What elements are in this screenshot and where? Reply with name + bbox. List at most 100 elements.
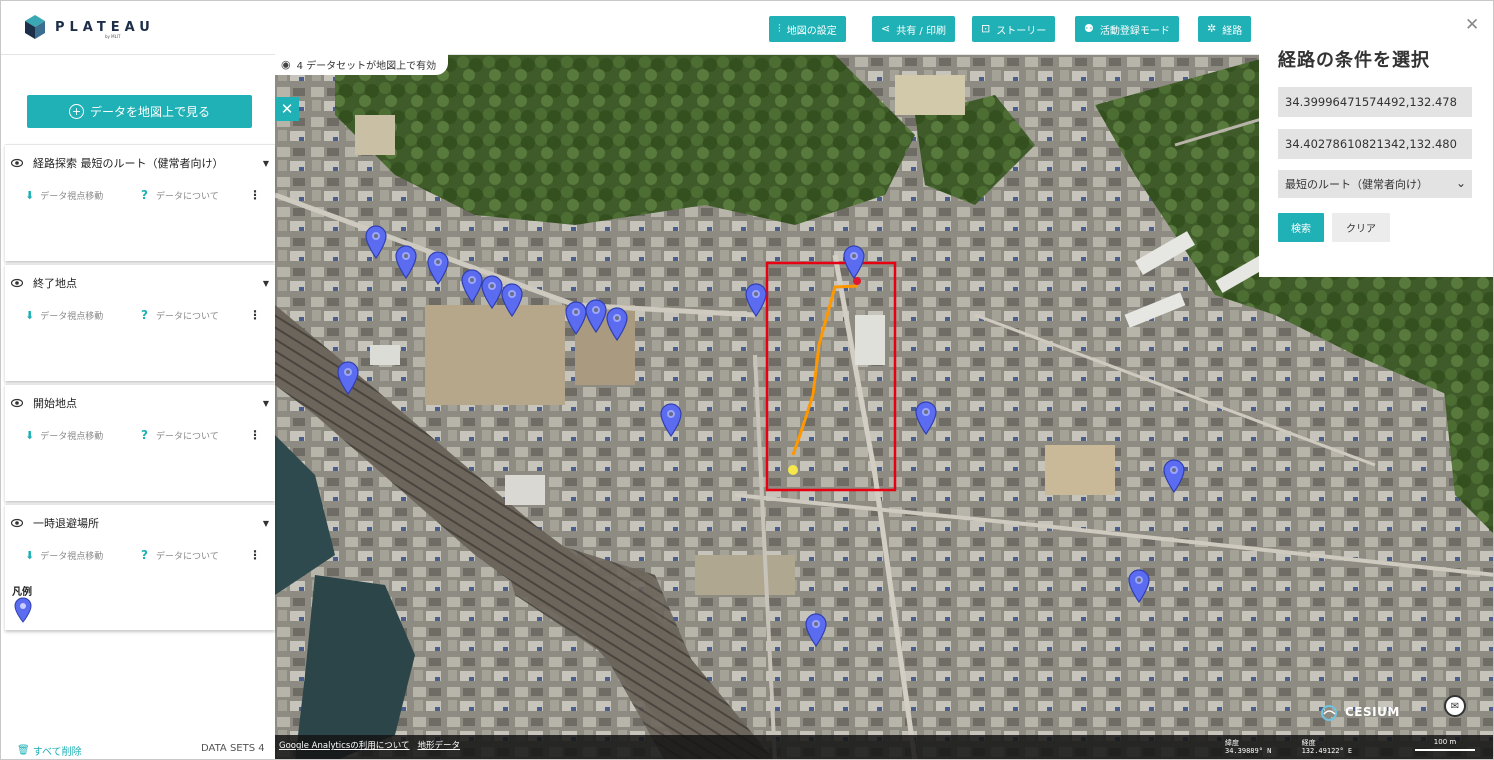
route-button[interactable]: ✲ 経路 — [1198, 16, 1252, 42]
cesium-logo-icon — [1321, 705, 1337, 721]
map-pin-marker[interactable] — [585, 299, 607, 333]
map-settings-button[interactable]: ⫶ 地図の設定 — [769, 16, 846, 42]
broadcast-icon: ◉ — [281, 57, 291, 71]
map-pin-marker[interactable] — [745, 283, 767, 317]
scale-label: 100 m — [1433, 738, 1457, 746]
story-button[interactable]: ⊡ ストーリー — [972, 16, 1056, 42]
delete-all-label: すべて削除 — [32, 747, 82, 758]
share-icon: ⋖ — [881, 22, 891, 35]
cesium-text: CESIUM — [1345, 705, 1400, 719]
users-icon: ⚉ — [1084, 22, 1094, 35]
latitude-value: 34.39889° N — [1225, 747, 1272, 755]
longitude-label: 経度 — [1301, 739, 1316, 747]
start-point-input[interactable]: 34.39996471574492,132.478 — [1278, 87, 1472, 117]
location-pin-icon: ⬇ — [25, 428, 35, 442]
data-about-link[interactable]: データについて — [156, 429, 219, 442]
map-pin-marker[interactable] — [395, 245, 417, 279]
eye-icon[interactable] — [11, 518, 23, 528]
end-point-input[interactable]: 34.40278610821342,132.480 — [1278, 129, 1472, 159]
more-menu-icon[interactable]: ⋮ — [249, 428, 261, 442]
map-pin-marker[interactable] — [337, 361, 359, 395]
data-move-link[interactable]: データ視点移動 — [40, 549, 103, 562]
map-pin-marker[interactable] — [843, 245, 865, 279]
question-icon: ? — [141, 428, 148, 442]
add-data-button[interactable]: + データを地図上で見る — [27, 95, 252, 128]
delete-all-button[interactable]: 🗑 すべて削除 — [17, 743, 82, 758]
datasets-count: DATA SETS 4 — [201, 743, 265, 754]
map-pin-marker[interactable] — [365, 225, 387, 259]
dataset-card: 経路探索 最短のルート（健常者向け） ▼ ⬇ データ視点移動 ? データについて … — [5, 144, 275, 261]
map-pin-marker[interactable] — [660, 403, 682, 437]
trash-icon: 🗑 — [17, 745, 30, 756]
dataset-title: 経路探索 最短のルート（健常者向け） — [33, 157, 224, 170]
chevron-down-icon: ⌄ — [1455, 176, 1466, 190]
clear-button[interactable]: クリア — [1332, 213, 1390, 242]
feedback-icon[interactable]: ✉ — [1444, 695, 1466, 717]
legend-title: 凡例 — [12, 587, 32, 598]
logo-text: PLATEAU — [55, 19, 155, 35]
map-settings-label: 地図の設定 — [786, 25, 837, 37]
close-icon[interactable]: ✕ — [1465, 15, 1479, 35]
location-pin-icon: ⬇ — [25, 308, 35, 322]
map-pin-marker[interactable] — [805, 613, 827, 647]
location-pin-icon: ⬇ — [25, 188, 35, 202]
dataset-card: 終了地点 ▼ ⬇ データ視点移動 ? データについて ⋮ — [5, 264, 275, 381]
map-footer: Google Analyticsの利用について 地形データ 緯度 34.39889… — [275, 735, 1493, 759]
map-pin-marker[interactable] — [427, 251, 449, 285]
search-button[interactable]: 検索 — [1278, 213, 1324, 242]
latitude-label: 緯度 — [1225, 739, 1239, 747]
data-about-link[interactable]: データについて — [156, 309, 219, 322]
route-condition-panel: ✕ 経路の条件を選択 34.39996471574492,132.478 34.… — [1259, 13, 1493, 277]
cesium-attribution[interactable]: CESIUM — [1321, 705, 1400, 721]
map-pin-marker[interactable] — [1128, 569, 1150, 603]
map-pin-marker[interactable] — [915, 401, 937, 435]
data-move-link[interactable]: データ視点移動 — [40, 309, 103, 322]
more-menu-icon[interactable]: ⋮ — [249, 188, 261, 202]
dataset-title: 一時退避場所 — [33, 517, 99, 530]
share-print-label: 共有 / 印刷 — [896, 25, 946, 37]
active-datasets-indicator: ◉ 4 データセットが地図上で有効 — [275, 53, 449, 75]
plateau-logo[interactable]: PLATEAU by MLIT — [25, 15, 155, 39]
story-icon: ⊡ — [981, 22, 991, 35]
eye-icon[interactable] — [11, 158, 23, 168]
route-type-select[interactable]: 最短のルート（健常者向け） ⌄ — [1278, 170, 1472, 198]
dataset-title: 終了地点 — [33, 277, 77, 290]
data-about-link[interactable]: データについて — [156, 189, 219, 202]
question-icon: ? — [141, 188, 148, 202]
data-move-link[interactable]: データ視点移動 — [40, 429, 103, 442]
map-pin-marker[interactable] — [565, 301, 587, 335]
data-about-link[interactable]: データについて — [156, 549, 219, 562]
map-pin-marker[interactable] — [606, 307, 628, 341]
logo-subtext: by MLIT — [105, 34, 121, 39]
chevron-down-icon[interactable]: ▼ — [263, 159, 269, 168]
more-menu-icon[interactable]: ⋮ — [249, 548, 261, 562]
eye-icon[interactable] — [11, 278, 23, 288]
question-icon: ? — [141, 308, 148, 322]
chevron-down-icon[interactable]: ▼ — [263, 519, 269, 528]
terrain-data-link[interactable]: 地形データ — [418, 739, 461, 751]
map-pin-marker[interactable] — [481, 275, 503, 309]
route-type-value: 最短のルート（健常者向け） — [1285, 178, 1428, 191]
activity-mode-button[interactable]: ⚉ 活動登録モード — [1075, 16, 1179, 42]
share-print-button[interactable]: ⋖ 共有 / 印刷 — [872, 16, 955, 42]
analytics-link[interactable]: Google Analyticsの利用について — [279, 739, 410, 751]
scale-bar: 100 m — [1415, 738, 1475, 751]
map-pin-marker[interactable] — [1163, 459, 1185, 493]
dataset-card: 開始地点 ▼ ⬇ データ視点移動 ? データについて ⋮ — [5, 384, 275, 501]
chevron-down-icon[interactable]: ▼ — [263, 399, 269, 408]
active-datasets-text: 4 データセットが地図上で有効 — [296, 60, 437, 72]
close-panel-icon[interactable]: ✕ — [275, 97, 299, 121]
more-menu-icon[interactable]: ⋮ — [249, 308, 261, 322]
map-pin-marker[interactable] — [501, 283, 523, 317]
data-move-link[interactable]: データ視点移動 — [40, 189, 103, 202]
sliders-icon: ⫶ — [778, 22, 781, 35]
activity-mode-label: 活動登録モード — [1099, 25, 1170, 37]
data-panel: + データを地図上で見る 経路探索 最短のルート（健常者向け） ▼ ⬇ データ視… — [1, 55, 275, 759]
map-pin-marker[interactable] — [461, 269, 483, 303]
eye-icon[interactable] — [11, 398, 23, 408]
chevron-down-icon[interactable]: ▼ — [263, 279, 269, 288]
question-icon: ? — [141, 548, 148, 562]
coordinate-readout: 緯度 34.39889° N 経度 132.49122° E — [1225, 739, 1378, 755]
route-icon: ✲ — [1207, 22, 1217, 35]
add-data-label: データを地図上で見る — [89, 105, 210, 119]
